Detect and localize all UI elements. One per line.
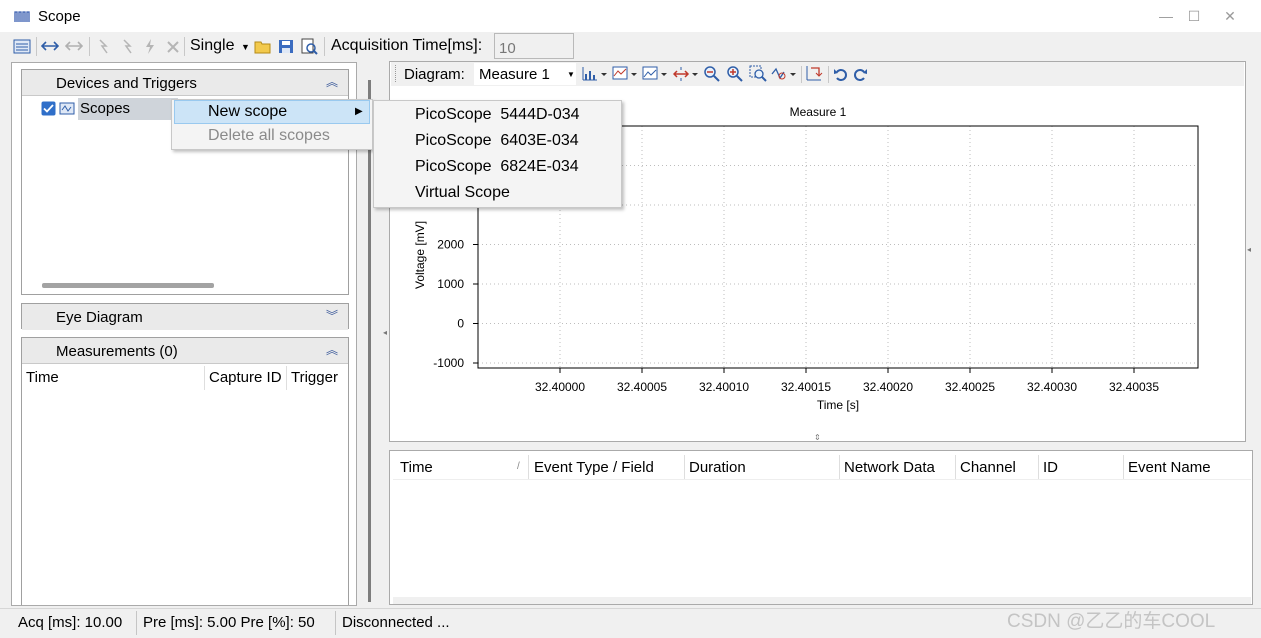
vertical-scrollbar[interactable] [368, 80, 371, 602]
eye-diagram-header[interactable]: Eye Diagram ︾ [22, 304, 348, 330]
devices-triggers-header[interactable]: Devices and Triggers ︽ [22, 70, 348, 96]
x-tick-label: 32.40000 [535, 380, 585, 394]
measurements-header[interactable]: Measurements (0) ︽ [22, 338, 348, 364]
splitter-grip-icon[interactable]: ⇕ [814, 433, 821, 442]
chart-options-icon[interactable] [642, 66, 668, 82]
x-tick-label: 32.40035 [1109, 380, 1159, 394]
x-tick-label: 32.40030 [1027, 380, 1077, 394]
event-column-event-name[interactable]: Event Name [1128, 459, 1211, 476]
y-tick-label: 0 [457, 317, 464, 331]
column-time[interactable]: Time [26, 369, 59, 386]
diagram-select-value[interactable]: Measure 1 [479, 66, 550, 83]
main-toolbar: Single ▼ Acquisition Time[ms]: [0, 32, 1261, 61]
x-tick-label: 32.40015 [781, 380, 831, 394]
x-tick-label: 32.40005 [617, 380, 667, 394]
zoom-out-icon[interactable] [703, 65, 723, 82]
event-column-id[interactable]: ID [1043, 459, 1058, 476]
column-capture-id[interactable]: Capture ID [209, 369, 282, 386]
chart-view-icon[interactable] [612, 66, 638, 82]
x-axis-ticks: 32.40000 32.40005 32.40010 32.40015 32.40020… [535, 368, 1159, 394]
submenu-item-picoscope-5444d[interactable]: PicoScope 5444D-034 [415, 106, 580, 124]
collapse-right-icon[interactable]: ◂ [1247, 245, 1251, 254]
open-folder-icon[interactable] [254, 38, 272, 55]
scopes-tree-item[interactable]: Scopes [80, 100, 130, 117]
zoom-area-icon[interactable] [749, 65, 769, 82]
horizontal-scrollbar[interactable] [42, 283, 214, 288]
maximize-button[interactable]: ☐ [1176, 4, 1212, 28]
bar-chart-icon[interactable] [582, 66, 608, 82]
diagram-label: Diagram: [404, 66, 465, 83]
submenu-item-picoscope-6403e[interactable]: PicoScope 6403E-034 [415, 132, 579, 150]
redo-icon[interactable] [853, 66, 868, 81]
close-button[interactable]: ✕ [1212, 4, 1248, 28]
force-trigger-icon [146, 39, 154, 54]
event-column-type-field[interactable]: Event Type / Field [534, 459, 654, 476]
undo-icon[interactable] [833, 66, 848, 81]
event-column-network-data[interactable]: Network Data [844, 459, 935, 476]
menu-item-delete-all-scopes: Delete all scopes [208, 127, 330, 144]
submenu-arrow-icon: ▶ [355, 106, 363, 117]
fit-horizontal-icon[interactable] [673, 66, 699, 82]
scope-app-icon [14, 11, 30, 22]
scope-folder-icon [59, 102, 75, 115]
connect-icon[interactable] [41, 38, 59, 55]
sort-indicator: / [517, 461, 520, 472]
event-column-duration[interactable]: Duration [689, 459, 746, 476]
export-data-icon[interactable] [806, 65, 824, 82]
zoom-in-icon[interactable] [726, 65, 746, 82]
acquisition-time-label: Acquisition Time[ms]: [331, 37, 483, 54]
acquisition-mode-dropdown[interactable]: Single [190, 37, 234, 55]
status-pre: Pre [ms]: 5.00 Pre [%]: 50 [143, 614, 315, 631]
x-axis-label: Time [s] [817, 398, 859, 412]
device-settings-icon[interactable] [13, 38, 31, 55]
expand-icon[interactable]: ︾ [326, 307, 338, 324]
chevron-down-icon[interactable]: ▼ [241, 42, 250, 52]
eye-diagram-panel[interactable]: Eye Diagram ︾ [21, 303, 349, 330]
chevron-down-icon[interactable]: ▼ [567, 70, 575, 79]
y-tick-label: 2000 [437, 238, 464, 252]
column-trigger[interactable]: Trigger [291, 369, 338, 386]
acquisition-time-input[interactable] [494, 33, 574, 59]
y-axis-ticks: 2000 1000 0 -1000 [433, 238, 478, 370]
scopes-checkbox[interactable] [41, 101, 56, 116]
measurements-panel: Measurements (0) ︽ Time Capture ID Trigg… [21, 337, 349, 605]
x-tick-label: 32.40020 [863, 380, 913, 394]
trigger-rearm-icon [123, 39, 132, 54]
disconnect-icon [65, 41, 83, 51]
y-tick-label: -1000 [433, 356, 464, 370]
collapse-icon[interactable]: ︽ [326, 341, 338, 358]
events-scroll-gutter [393, 597, 1251, 604]
status-acq: Acq [ms]: 10.00 [18, 614, 123, 631]
x-tick-label: 32.40025 [945, 380, 995, 394]
measurements-title: Measurements (0) [56, 343, 178, 360]
menu-item-new-scope-label[interactable]: New scope [208, 103, 287, 121]
submenu-item-virtual-scope[interactable]: Virtual Scope [415, 184, 510, 202]
collapse-icon[interactable]: ︽ [326, 73, 338, 90]
csdn-watermark: CSDN @乙乙的车COOL [1007, 611, 1216, 632]
window-title: Scope [38, 8, 81, 25]
print-preview-icon[interactable] [300, 38, 318, 55]
save-icon[interactable] [277, 38, 295, 55]
cursor-tools-icon[interactable] [771, 66, 797, 82]
chart-title: Measure 1 [790, 105, 847, 119]
x-tick-label: 32.40010 [699, 380, 749, 394]
event-column-time[interactable]: Time [400, 459, 433, 476]
eye-diagram-title: Eye Diagram [56, 309, 143, 326]
status-connection: Disconnected ... [342, 614, 450, 631]
devices-triggers-title: Devices and Triggers [56, 75, 197, 92]
y-tick-label: 1000 [437, 277, 464, 291]
event-column-channel[interactable]: Channel [960, 459, 1016, 476]
collapse-left-icon[interactable]: ◂ [383, 328, 387, 337]
y-axis-label: Voltage [mV] [413, 221, 427, 289]
title-bar [0, 0, 1261, 32]
submenu-item-picoscope-6824e[interactable]: PicoScope 6824E-034 [415, 158, 579, 176]
stop-icon [167, 41, 179, 53]
trigger-icon [99, 39, 108, 54]
